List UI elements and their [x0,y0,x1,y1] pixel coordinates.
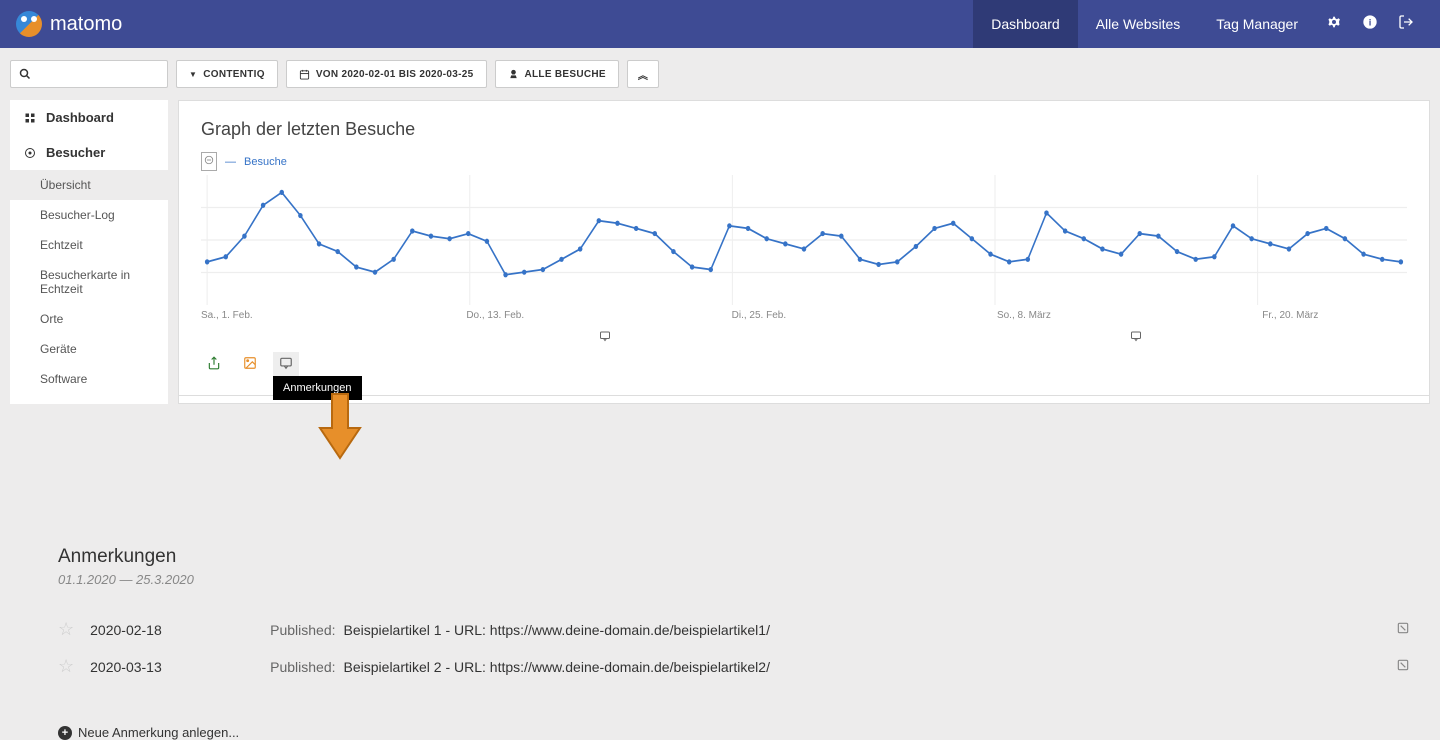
sidebar-item-software[interactable]: Software [10,364,168,394]
sidebar-dashboard[interactable]: Dashboard [10,100,168,135]
nav-all-websites[interactable]: Alle Websites [1078,0,1199,48]
gear-icon[interactable] [1316,14,1352,35]
sidebar-item-devices[interactable]: Geräte [10,334,168,364]
visitors-icon [24,147,36,159]
toolbar: ▼ CONTENTIQ VON 2020-02-01 BIS 2020-03-2… [0,48,1440,100]
x-label: So., 8. März [997,310,1051,321]
annotation-text: Beispielartikel 2 - URL: https://www.dei… [344,659,1396,675]
image-export-icon[interactable] [237,352,263,377]
x-label: Fr., 20. März [1262,310,1318,321]
site-selector-label: CONTENTIQ [203,69,265,80]
sidebar: Dashboard Besucher Übersicht Besucher-Lo… [10,100,168,404]
segment-label: ALLE BESUCHE [525,69,606,80]
sidebar-visitors-label: Besucher [46,145,105,160]
plus-circle-icon: + [58,726,72,740]
pointer-arrow-icon [318,392,362,460]
annotations-daterange: 01.1.2020 — 25.3.2020 [58,572,1410,587]
annotation-marker-icon[interactable] [1130,330,1142,345]
segment-icon [508,69,519,80]
search-icon [19,68,31,80]
edit-icon[interactable] [1396,658,1410,676]
caret-down-icon: ▼ [189,70,197,79]
visits-graph-card: Graph der letzten Besuche — Besuche Sa.,… [178,100,1430,396]
x-label: Sa., 1. Feb. [201,310,253,321]
calendar-icon [299,69,310,80]
content: Graph der letzten Besuche — Besuche Sa.,… [178,100,1430,404]
annotation-date: 2020-03-13 [90,659,270,675]
annotation-text: Beispielartikel 1 - URL: https://www.dei… [344,622,1396,638]
annotation-label: Published: [270,622,335,638]
segment-selector[interactable]: ALLE BESUCHE [495,60,619,88]
card-spacer [178,396,1430,404]
legend-toggle-icon[interactable] [201,152,217,171]
annotation-markers [201,330,1407,344]
matomo-icon [16,11,42,37]
sidebar-item-realtime[interactable]: Echtzeit [10,230,168,260]
card-title: Graph der letzten Besuche [201,119,1407,140]
annotation-marker-icon[interactable] [599,330,611,345]
new-annotation-button[interactable]: + Neue Anmerkung anlegen... [58,725,1410,740]
collapse-button[interactable]: ︽ [627,60,659,88]
sidebar-item-realtime-map[interactable]: Besucherkarte in Echtzeit [10,260,168,304]
x-label: Di., 25. Feb. [732,310,786,321]
chart-legend: — Besuche [201,152,1407,171]
edit-icon[interactable] [1396,621,1410,639]
line-chart [201,175,1407,305]
brand-name: matomo [50,13,122,36]
search-input[interactable] [10,60,168,88]
app-header: matomo Dashboard Alle Websites Tag Manag… [0,0,1440,48]
star-icon[interactable]: ☆ [58,656,74,677]
new-annotation-label: Neue Anmerkung anlegen... [78,725,239,740]
nav-dashboard[interactable]: Dashboard [973,0,1078,48]
info-icon[interactable]: i [1352,14,1388,35]
annotation-date: 2020-02-18 [90,622,270,638]
annotations-toggle-icon[interactable]: Anmerkungen [273,352,299,377]
nav-tag-manager[interactable]: Tag Manager [1198,0,1316,48]
annotations-panel: Anmerkungen 01.1.2020 — 25.3.2020 ☆ 2020… [58,546,1410,740]
sidebar-dashboard-label: Dashboard [46,110,114,125]
annotation-label: Published: [270,659,335,675]
grid-icon [24,112,36,124]
legend-label: Besuche [244,156,287,168]
sidebar-item-locations[interactable]: Orte [10,304,168,334]
site-selector[interactable]: ▼ CONTENTIQ [176,60,278,88]
annotation-row: ☆ 2020-03-13 Published: Beispielartikel … [58,648,1410,685]
x-axis-labels: Sa., 1. Feb. Do., 13. Feb. Di., 25. Feb.… [201,310,1407,330]
export-icon[interactable] [201,352,227,377]
annotations-title: Anmerkungen [58,546,1410,568]
logout-icon[interactable] [1388,14,1424,35]
sidebar-visitors[interactable]: Besucher [10,135,168,170]
chevron-up-icon: ︽ [638,67,648,82]
svg-text:i: i [1369,17,1372,27]
sidebar-item-overview[interactable]: Übersicht [10,170,168,200]
date-range-label: VON 2020-02-01 BIS 2020-03-25 [316,69,474,80]
header-nav: Dashboard Alle Websites Tag Manager i [973,0,1424,48]
sidebar-item-visitor-log[interactable]: Besucher-Log [10,200,168,230]
brand-logo[interactable]: matomo [16,11,122,37]
star-icon[interactable]: ☆ [58,619,74,640]
date-range-selector[interactable]: VON 2020-02-01 BIS 2020-03-25 [286,60,487,88]
annotation-row: ☆ 2020-02-18 Published: Beispielartikel … [58,611,1410,648]
chart-actions: Anmerkungen [201,352,1407,377]
x-label: Do., 13. Feb. [466,310,524,321]
